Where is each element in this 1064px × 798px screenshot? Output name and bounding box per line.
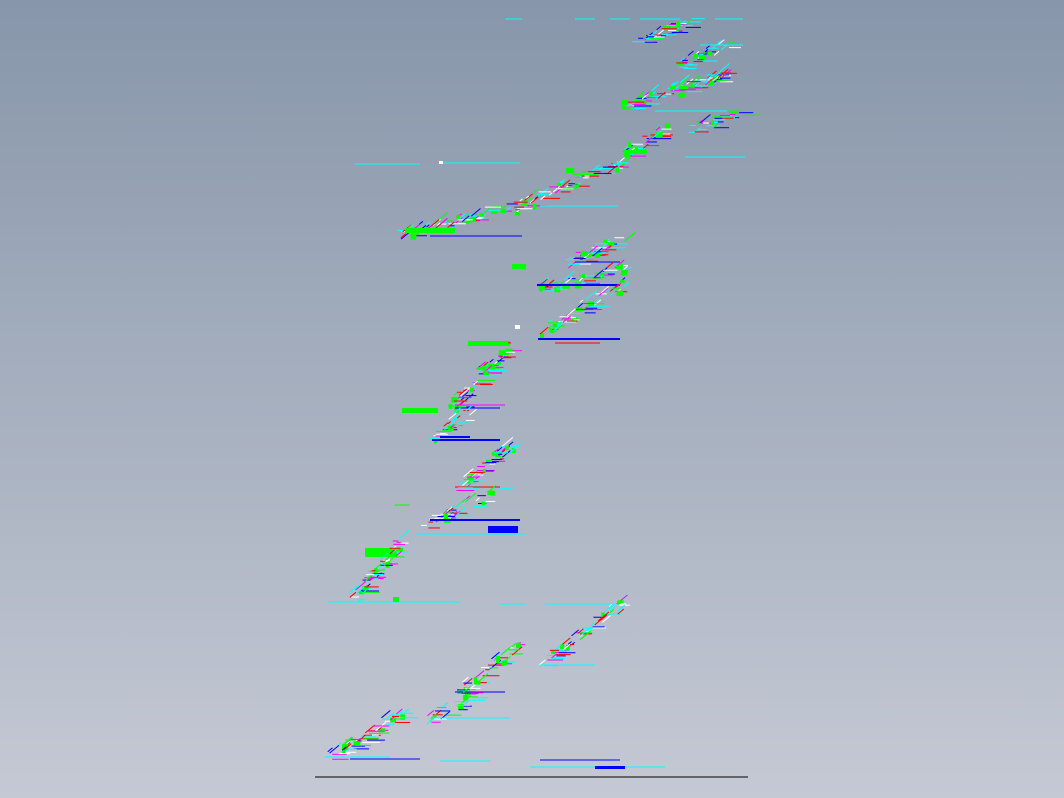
cad-fill-block	[512, 264, 526, 269]
cad-fill-block	[393, 597, 399, 602]
cad-fill-block	[505, 446, 509, 451]
cad-fill-block	[451, 396, 457, 403]
cad-fill-block	[670, 86, 676, 90]
cad-fill-block	[662, 25, 670, 31]
cad-fill-block	[473, 677, 478, 682]
cad-fill-block	[365, 548, 397, 557]
cad-fill-block	[468, 341, 510, 346]
cad-fill-block	[615, 167, 620, 173]
cad-fill-block	[456, 214, 460, 220]
cad-fill-block	[622, 100, 628, 105]
cad-fill-block	[500, 208, 507, 214]
cad-fill-block	[514, 211, 521, 216]
cad-fill-block	[676, 21, 681, 26]
cad-fill-block	[405, 228, 455, 233]
cad-drawing-canvas[interactable]	[0, 0, 1064, 798]
cad-fill-block	[552, 323, 557, 328]
cad-fill-block	[655, 132, 663, 138]
cad-fill-block	[439, 161, 443, 164]
cad-fill-block	[595, 766, 625, 769]
cad-fill-block	[481, 501, 486, 506]
cad-fill-block	[624, 153, 631, 159]
cad-fill-block	[483, 370, 489, 376]
cad-fill-block	[488, 363, 495, 370]
cad-fill-block	[711, 120, 715, 125]
cad-fill-block	[480, 213, 484, 217]
cad-fill-block	[616, 290, 624, 296]
cad-fill-block	[707, 51, 713, 56]
cad-fill-block	[402, 408, 438, 413]
cad-fill-block	[481, 365, 487, 371]
cad-fill-block	[648, 91, 653, 97]
cad-fill-block	[694, 53, 699, 58]
cad-fill-block	[482, 469, 486, 473]
cad-fill-block	[620, 279, 625, 283]
cad-fill-block	[400, 714, 406, 720]
cad-fill-block	[496, 659, 500, 664]
cad-fill-block	[625, 150, 647, 154]
cad-fill-block	[532, 203, 537, 210]
cad-fill-block	[574, 184, 580, 188]
viewport-background	[0, 0, 1064, 798]
cad-fill-block	[448, 404, 453, 409]
cad-fill-block	[678, 92, 686, 98]
cad-fill-block	[621, 269, 628, 276]
cad-fill-block	[554, 287, 561, 293]
cad-fill-block	[487, 490, 493, 495]
cad-fill-block	[515, 325, 520, 329]
cad-fill-block	[410, 233, 417, 240]
cad-fill-block	[628, 142, 632, 149]
cad-fill-block	[485, 459, 492, 464]
cad-fill-block	[580, 251, 588, 257]
cad-fill-block	[566, 168, 574, 173]
cad-fill-block	[443, 513, 448, 520]
cad-fill-block	[582, 273, 586, 279]
cad-fill-block	[621, 106, 627, 110]
cad-fill-block	[664, 123, 671, 130]
cad-fill-block	[504, 340, 508, 345]
cad-fill-block	[470, 387, 475, 393]
cad-fill-block	[488, 526, 518, 533]
cad-fill-block	[619, 263, 623, 270]
cad-viewport[interactable]	[0, 0, 1064, 798]
cad-fill-block	[632, 146, 638, 151]
cad-fill-block	[607, 242, 615, 246]
cad-fill-block	[516, 642, 521, 648]
cad-fill-block	[603, 239, 608, 244]
cad-fill-block	[498, 350, 506, 356]
cad-fill-block	[683, 86, 689, 90]
cad-fill-block	[476, 366, 482, 370]
cad-fill-block	[690, 84, 695, 88]
cad-fill-block	[457, 704, 464, 710]
